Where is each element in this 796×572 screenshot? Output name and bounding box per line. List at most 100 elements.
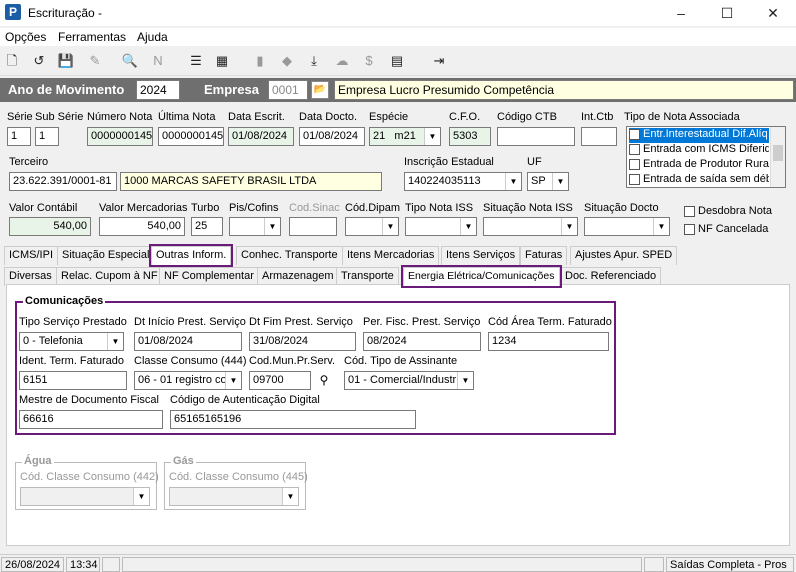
tipo-nota-iss-label: Tipo Nota ISS: [405, 202, 474, 214]
pis-cofins-select[interactable]: ▼: [229, 217, 281, 236]
folder-icon[interactable]: ▮: [251, 52, 269, 70]
money-icon[interactable]: $: [360, 52, 378, 70]
menu-opcoes[interactable]: Opções: [5, 30, 46, 44]
agua-classe-consumo-select[interactable]: ▼: [20, 487, 150, 506]
tab-conhec-transporte[interactable]: Conhec. Transporte: [236, 246, 343, 265]
situacao-docto-select[interactable]: ▼: [584, 217, 670, 236]
cod-mun-input[interactable]: 09700: [249, 371, 311, 390]
scrollbar[interactable]: [770, 127, 785, 187]
list-item[interactable]: Entrada de Produtor Rural: [629, 158, 769, 173]
exit-door-icon[interactable]: ⇥: [430, 52, 448, 70]
scrollbar-thumb[interactable]: [773, 145, 783, 161]
maximize-button[interactable]: ☐: [704, 0, 750, 26]
turbo-input[interactable]: 25: [191, 217, 223, 236]
chevron-down-icon[interactable]: ▼: [460, 218, 476, 235]
delete-icon[interactable]: ✎: [86, 52, 104, 70]
tab-ajustes-apur-sped[interactable]: Ajustes Apur. SPED: [570, 246, 678, 265]
undo-icon[interactable]: ↺: [30, 52, 48, 70]
chevron-down-icon[interactable]: ▼: [424, 128, 440, 145]
codigo-ctb-input[interactable]: [497, 127, 575, 146]
tab-faturas[interactable]: Faturas: [520, 246, 568, 265]
serie-input[interactable]: 1: [7, 127, 31, 146]
list-item[interactable]: Entrada de saída sem débi: [629, 173, 769, 188]
chevron-down-icon[interactable]: ▼: [382, 218, 398, 235]
minimize-button[interactable]: –: [658, 0, 704, 26]
tipo-nota-iss-select[interactable]: ▼: [405, 217, 477, 236]
tab-situacao-especial[interactable]: Situação Especial: [57, 246, 155, 265]
save-icon[interactable]: 💾: [57, 52, 75, 70]
chevron-down-icon[interactable]: ▼: [457, 372, 473, 389]
list-item[interactable]: Entr.Interestadual Dif.Alíq: [629, 128, 769, 143]
menu-ajuda[interactable]: Ajuda: [137, 30, 168, 44]
nf-cancelada-checkbox[interactable]: NF Cancelada: [684, 223, 768, 235]
chevron-down-icon[interactable]: ▼: [282, 488, 298, 505]
nfe-icon[interactable]: N: [149, 52, 167, 70]
open-folder-icon[interactable]: 📂: [311, 81, 329, 99]
checkbox-icon[interactable]: [629, 128, 640, 140]
tab-outras-inform[interactable]: Outras Inform.: [148, 244, 234, 267]
ident-term-input[interactable]: 6151: [19, 371, 127, 390]
chevron-down-icon[interactable]: ▼: [225, 372, 241, 389]
import-icon[interactable]: ⤓: [305, 52, 323, 70]
close-button[interactable]: ✕: [750, 0, 796, 26]
chevron-down-icon[interactable]: ▼: [561, 218, 577, 235]
cod-tipo-assinante-select[interactable]: 01 - Comercial/Industr ▼: [344, 371, 474, 390]
uf-select[interactable]: SP ▼: [527, 172, 569, 191]
cod-sinac-input[interactable]: [289, 217, 337, 236]
tipo-servico-select[interactable]: 0 - Telefonia ▼: [19, 332, 124, 351]
files-icon[interactable]: ▤: [388, 52, 406, 70]
checkbox-icon[interactable]: [684, 223, 695, 235]
menu-ferramentas[interactable]: Ferramentas: [58, 30, 126, 44]
ultima-nota-input[interactable]: 0000000145: [158, 127, 224, 146]
dt-fim-input[interactable]: 31/08/2024: [249, 332, 356, 351]
list-item[interactable]: Entrada com ICMS Diferido: [629, 143, 769, 158]
especie-select[interactable]: 21 m21 ▼: [369, 127, 441, 146]
tab-itens-servicos[interactable]: Itens Serviços: [441, 246, 521, 265]
data-escrit-input[interactable]: 01/08/2024: [228, 127, 294, 146]
list-icon[interactable]: ☰: [187, 52, 205, 70]
cod-dipam-select[interactable]: ▼: [345, 217, 399, 236]
data-docto-input[interactable]: 01/08/2024: [299, 127, 365, 146]
dt-inicio-input[interactable]: 01/08/2024: [134, 332, 242, 351]
situacao-nota-iss-select[interactable]: ▼: [483, 217, 578, 236]
tab-energia-comunicacoes[interactable]: Energia Elétrica/Comunicações: [401, 265, 562, 288]
mestre-doc-input[interactable]: 66616: [19, 410, 163, 429]
per-fisc-input[interactable]: 08/2024: [363, 332, 481, 351]
codigo-autenticacao-input[interactable]: 65165165196: [170, 410, 416, 429]
chevron-down-icon[interactable]: ▼: [264, 218, 280, 235]
numero-nota-input[interactable]: 0000000145: [87, 127, 153, 146]
ano-movimento-input[interactable]: 2024: [136, 80, 180, 100]
gas-classe-consumo-select[interactable]: ▼: [169, 487, 299, 506]
chevron-down-icon[interactable]: ▼: [653, 218, 669, 235]
binoculars-search-icon[interactable]: ⚲: [314, 372, 334, 389]
valor-mercadorias-input[interactable]: 540,00: [99, 217, 185, 236]
valor-contabil-input[interactable]: 540,00: [9, 217, 91, 236]
empresa-code-input[interactable]: 0001: [268, 80, 308, 100]
subserie-input[interactable]: 1: [35, 127, 59, 146]
terceiro-cnpj-input[interactable]: 23.622.391/0001-81: [9, 172, 117, 191]
checkbox-icon[interactable]: [629, 173, 640, 185]
cloud-icon[interactable]: ☁: [333, 52, 351, 70]
new-document-icon[interactable]: 🗋: [3, 52, 21, 70]
checkbox-icon[interactable]: [629, 158, 640, 170]
checkbox-icon[interactable]: [684, 205, 695, 217]
tab-icms-ipi[interactable]: ICMS/IPI: [4, 246, 59, 265]
cod-dipam-label: Cód.Dipam: [345, 202, 401, 214]
chevron-down-icon[interactable]: ▼: [133, 488, 149, 505]
cod-area-input[interactable]: 1234: [488, 332, 609, 351]
classe-consumo-select[interactable]: 06 - 01 registro co ▼: [134, 371, 242, 390]
checkbox-icon[interactable]: [629, 143, 640, 155]
uf-label: UF: [527, 156, 542, 168]
chevron-down-icon[interactable]: ▼: [552, 173, 568, 190]
preview-icon[interactable]: 🔍: [121, 52, 139, 70]
cfo-input[interactable]: 5303: [449, 127, 491, 146]
chevron-down-icon[interactable]: ▼: [505, 173, 521, 190]
desdobra-nota-checkbox[interactable]: Desdobra Nota: [684, 205, 772, 217]
inscricao-select[interactable]: 140224035113 ▼: [404, 172, 522, 191]
tab-itens-mercadorias[interactable]: Itens Mercadorias: [342, 246, 440, 265]
chevron-down-icon[interactable]: ▼: [107, 333, 123, 350]
int-ctb-input[interactable]: [581, 127, 617, 146]
edit-icon[interactable]: ◆: [278, 52, 296, 70]
tipo-nota-associada-list[interactable]: Entr.Interestadual Dif.Alíq Entrada com …: [626, 126, 786, 188]
table-icon[interactable]: ▦: [213, 52, 231, 70]
